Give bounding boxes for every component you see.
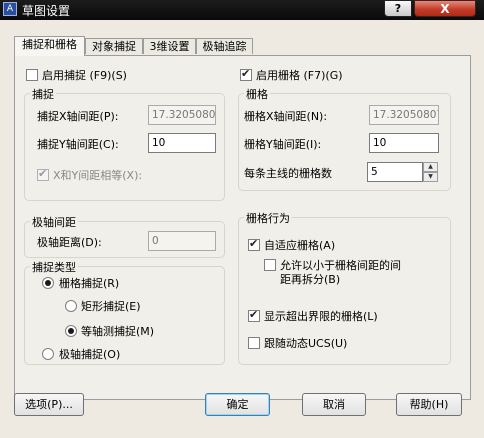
isometric-snap-label: 等轴测捕捉(M) <box>81 325 155 338</box>
grid-y-label: 栅格Y轴间距(I): <box>244 138 322 151</box>
rect-snap-radio[interactable] <box>65 300 77 312</box>
grid-enable-label: 启用栅格 (F7)(G) <box>256 69 343 82</box>
help-button[interactable]: 帮助(H) <box>396 393 462 416</box>
snap-type-group <box>24 266 225 365</box>
follow-ucs-checkbox[interactable] <box>248 337 260 349</box>
grid-behavior-group-title: 栅格行为 <box>244 210 292 226</box>
help-icon[interactable]: ? <box>384 0 412 17</box>
spin-up-icon[interactable]: ▲ <box>423 162 438 172</box>
isometric-snap-radio[interactable] <box>65 325 77 337</box>
tab-polar-tracking[interactable]: 极轴追踪 <box>196 38 253 54</box>
app-icon: A <box>3 2 17 16</box>
grid-x-spacing-input[interactable]: 17.32050807 <box>369 105 439 125</box>
ok-button[interactable]: 确定 <box>205 393 270 416</box>
polar-distance-label: 极轴距离(D): <box>37 236 102 249</box>
grid-y-spacing-input[interactable]: 10 <box>369 133 439 153</box>
subdivide-checkbox[interactable] <box>264 259 276 271</box>
grid-x-label: 栅格X轴间距(N): <box>244 110 328 123</box>
tab-snap-grid[interactable]: 捕捉和栅格 <box>14 36 85 56</box>
close-icon[interactable]: X <box>414 0 476 17</box>
snap-x-spacing-input[interactable]: 17.32050807 <box>148 105 216 125</box>
spin-down-icon[interactable]: ▼ <box>423 172 438 182</box>
snap-enable-label: 启用捕捉 (F9)(S) <box>42 69 127 82</box>
tab-object-snap[interactable]: 对象捕捉 <box>85 38 143 54</box>
grid-snap-label: 栅格捕捉(R) <box>59 277 120 290</box>
cancel-button[interactable]: 取消 <box>302 393 366 416</box>
polar-snap-label: 极轴捕捉(O) <box>59 348 121 361</box>
grid-snap-radio[interactable] <box>42 277 54 289</box>
major-line-label: 每条主线的栅格数 <box>244 167 332 180</box>
tab-panel: 启用捕捉 (F9)(S) 捕捉 捕捉X轴间距(P): 17.32050807 捕… <box>14 55 471 400</box>
snap-group-title: 捕捉 <box>30 86 56 102</box>
snap-type-group-title: 捕捉类型 <box>30 259 78 275</box>
polar-spacing-group-title: 极轴间距 <box>30 214 78 230</box>
subdivide-label-line2: 距再拆分(B) <box>280 273 341 286</box>
major-line-input[interactable]: 5 <box>367 162 423 182</box>
polar-distance-input[interactable]: 0 <box>148 231 216 251</box>
options-button[interactable]: 选项(P)... <box>14 393 84 416</box>
polar-snap-radio[interactable] <box>42 348 54 360</box>
dialog-body: 捕捉和栅格 对象捕捉 3维设置 极轴追踪 启用捕捉 (F9)(S) 捕捉 捕捉X… <box>0 20 484 438</box>
snap-y-spacing-input[interactable]: 10 <box>148 133 216 153</box>
adaptive-grid-checkbox[interactable] <box>248 237 260 251</box>
follow-ucs-label: 跟随动态UCS(U) <box>264 337 348 350</box>
adaptive-grid-label: 自适应栅格(A) <box>264 239 336 252</box>
snap-x-label: 捕捉X轴间距(P): <box>37 110 119 123</box>
xy-equal-label: X和Y间距相等(X): <box>53 169 143 182</box>
grid-enable-checkbox[interactable] <box>240 67 252 81</box>
grid-group-title: 栅格 <box>244 86 270 102</box>
major-line-spinner[interactable]: ▲ ▼ <box>423 162 438 182</box>
beyond-limits-checkbox[interactable] <box>248 308 260 322</box>
title-bar[interactable]: A 草图设置 ? X <box>0 0 484 20</box>
rect-snap-label: 矩形捕捉(E) <box>81 300 141 313</box>
tab-3d-settings[interactable]: 3维设置 <box>143 38 196 54</box>
beyond-limits-label: 显示超出界限的栅格(L) <box>264 310 378 323</box>
snap-y-label: 捕捉Y轴间距(C): <box>37 138 119 151</box>
drafting-settings-dialog: A 草图设置 ? X 捕捉和栅格 对象捕捉 3维设置 极轴追踪 启用捕捉 (F9… <box>0 0 484 438</box>
snap-enable-checkbox[interactable] <box>26 69 38 81</box>
window-title: 草图设置 <box>22 4 71 18</box>
xy-equal-checkbox[interactable] <box>37 167 49 181</box>
